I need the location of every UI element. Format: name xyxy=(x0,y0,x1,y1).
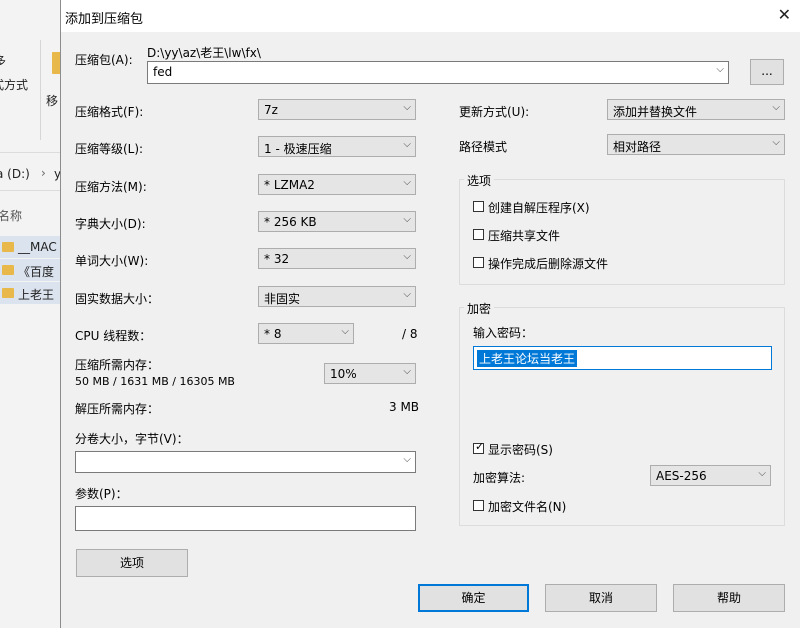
params-input[interactable] xyxy=(75,506,416,531)
chevron-down-icon: ⌵ xyxy=(758,468,766,479)
word-select[interactable]: * 32 ⌵ xyxy=(258,248,416,269)
encrypt-names-label: 加密文件名(N) xyxy=(488,500,567,514)
mem-decomp-label: 解压所需内存： xyxy=(75,402,160,416)
chevron-down-icon[interactable]: ⌵ xyxy=(716,64,724,75)
file-name[interactable]: 上老王 xyxy=(18,286,54,303)
chevron-down-icon: ⌵ xyxy=(403,177,411,188)
encryption-group-title: 加密 xyxy=(464,300,495,317)
level-label: 压缩等级(L): xyxy=(75,142,144,156)
file-name[interactable]: __MAC xyxy=(18,240,57,254)
title-bar: 添加到压缩包 ✕ xyxy=(61,0,800,32)
solid-select[interactable]: 非固实 ⌵ xyxy=(258,286,416,307)
chevron-down-icon: ⌵ xyxy=(403,214,411,225)
threads-label: CPU 线程数： xyxy=(75,329,152,343)
close-icon[interactable]: ✕ xyxy=(778,5,791,24)
mem-usage-value: 10% xyxy=(330,367,357,381)
word-value: * 32 xyxy=(264,252,290,266)
file-name[interactable]: 《百度 xyxy=(18,263,54,280)
pathmode-value: 相对路径 xyxy=(613,140,662,154)
update-select[interactable]: 添加并替换文件 ⌵ xyxy=(607,99,785,120)
format-value: 7z xyxy=(264,103,278,117)
password-input[interactable]: 上老王论坛当老王 xyxy=(473,346,772,370)
delete-checkbox[interactable] xyxy=(473,257,484,268)
delete-label: 操作完成后删除源文件 xyxy=(488,257,609,271)
options-group-title: 选项 xyxy=(464,172,495,189)
update-value: 添加并替换文件 xyxy=(613,105,698,119)
show-password-label: 显示密码(S) xyxy=(488,443,553,457)
volume-combo[interactable]: ⌵ xyxy=(75,451,416,473)
divider xyxy=(0,190,62,191)
format-select[interactable]: 7z ⌵ xyxy=(258,99,416,120)
chevron-down-icon: ⌵ xyxy=(341,326,349,337)
threads-value: * 8 xyxy=(264,327,282,341)
chevron-right-icon: › xyxy=(41,166,46,180)
level-value: 1 - 极速压缩 xyxy=(264,142,332,156)
explorer-background: 多 式方式 移 a (D:) › y 名称 __MAC 《百度 上老王 xyxy=(0,0,62,628)
browse-button[interactable]: ... xyxy=(750,59,784,85)
ribbon-text: 移 xyxy=(46,94,59,108)
dict-label: 字典大小(D): xyxy=(75,217,146,231)
sfx-label: 创建自解压程序(X) xyxy=(488,201,590,215)
chevron-down-icon: ⌵ xyxy=(403,454,411,465)
threads-max: / 8 xyxy=(402,327,418,341)
mem-comp-detail: 50 MB / 1631 MB / 16305 MB xyxy=(75,375,235,388)
pathmode-label: 路径模式 xyxy=(459,140,508,154)
folder-icon xyxy=(2,242,14,252)
add-to-archive-dialog: 添加到压缩包 ✕ 压缩包(A): D:\yy\az\老王\lw\fx\ fed … xyxy=(60,0,800,628)
pathmode-select[interactable]: 相对路径 ⌵ xyxy=(607,134,785,155)
params-label: 参数(P)： xyxy=(75,487,128,501)
chevron-down-icon: ⌵ xyxy=(403,366,411,377)
options-button[interactable]: 选项 xyxy=(76,549,188,577)
volume-label: 分卷大小，字节(V)： xyxy=(75,432,189,446)
enc-method-label: 加密算法: xyxy=(473,471,526,485)
help-button[interactable]: 帮助 xyxy=(673,584,785,612)
word-label: 单词大小(W): xyxy=(75,254,149,268)
mem-comp-label: 压缩所需内存： xyxy=(75,358,160,372)
column-header-name[interactable]: 名称 xyxy=(0,207,22,224)
update-label: 更新方式(U): xyxy=(459,105,530,119)
ribbon-divider xyxy=(40,40,41,140)
enc-method-select[interactable]: AES-256 ⌵ xyxy=(650,465,771,486)
password-label: 输入密码： xyxy=(473,326,534,340)
format-label: 压缩格式(F): xyxy=(75,105,144,119)
folder-icon xyxy=(2,265,14,275)
ok-button[interactable]: 确定 xyxy=(418,584,529,612)
dialog-title: 添加到压缩包 xyxy=(65,12,144,27)
mem-decomp-value: 3 MB xyxy=(389,400,420,414)
folder-icon xyxy=(2,288,14,298)
password-value: 上老王论坛当老王 xyxy=(477,350,578,367)
threads-select[interactable]: * 8 ⌵ xyxy=(258,323,354,344)
sfx-checkbox[interactable] xyxy=(473,201,484,212)
chevron-down-icon: ⌵ xyxy=(772,137,780,148)
method-select[interactable]: * LZMA2 ⌵ xyxy=(258,174,416,195)
archive-name-combo[interactable]: fed ⌵ xyxy=(147,61,729,84)
dict-select[interactable]: * 256 KB ⌵ xyxy=(258,211,416,232)
enc-method-value: AES-256 xyxy=(656,469,707,483)
encrypt-names-checkbox[interactable] xyxy=(473,500,484,511)
ribbon-text: 多 xyxy=(0,54,7,68)
address-drive[interactable]: a (D:) xyxy=(0,167,30,181)
checkmark-icon: ✓ xyxy=(475,440,485,453)
chevron-down-icon: ⌵ xyxy=(403,139,411,150)
solid-label: 固实数据大小： xyxy=(75,292,160,306)
cancel-button[interactable]: 取消 xyxy=(545,584,657,612)
show-password-checkbox[interactable]: ✓ xyxy=(473,440,485,454)
solid-value: 非固实 xyxy=(264,292,301,306)
archive-path: D:\yy\az\老王\lw\fx\ xyxy=(147,46,261,60)
mem-usage-select[interactable]: 10% ⌵ xyxy=(324,363,416,384)
archive-label: 压缩包(A): xyxy=(75,53,133,67)
level-select[interactable]: 1 - 极速压缩 ⌵ xyxy=(258,136,416,157)
method-value: * LZMA2 xyxy=(264,178,315,192)
chevron-down-icon: ⌵ xyxy=(772,102,780,113)
archive-name-value: fed xyxy=(153,65,173,79)
chevron-down-icon: ⌵ xyxy=(403,251,411,262)
method-label: 压缩方法(M): xyxy=(75,180,147,194)
shared-checkbox[interactable] xyxy=(473,229,484,240)
chevron-down-icon: ⌵ xyxy=(403,102,411,113)
shared-label: 压缩共享文件 xyxy=(488,229,561,243)
divider xyxy=(0,152,62,153)
dict-value: * 256 KB xyxy=(264,215,317,229)
ribbon-text: 式方式 xyxy=(0,78,29,92)
chevron-down-icon: ⌵ xyxy=(403,289,411,300)
